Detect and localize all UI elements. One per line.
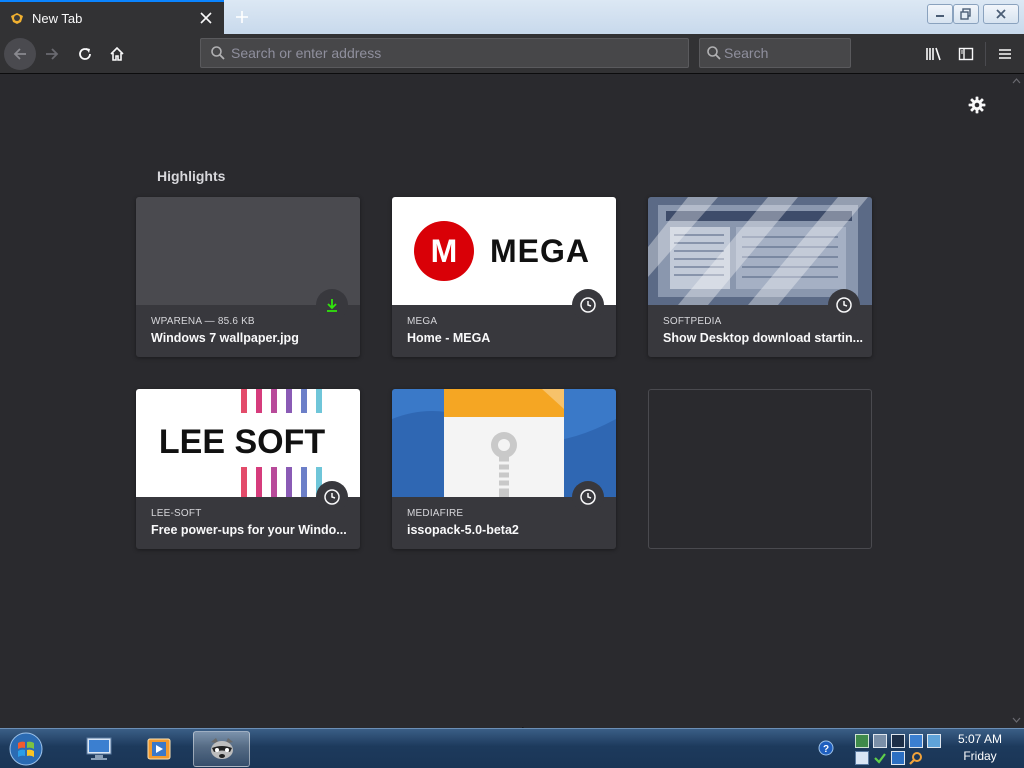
volume-icon[interactable] (891, 751, 905, 765)
raccoon-browser-icon (210, 738, 233, 759)
keyboard-icon[interactable] (855, 751, 869, 765)
taskbar-computer-button[interactable] (72, 731, 126, 767)
storage-icon[interactable] (909, 734, 923, 748)
sidebar-toggle-button[interactable] (950, 38, 982, 70)
card-title: issopack-5.0-beta2 (407, 523, 519, 537)
svg-text:M: M (431, 233, 458, 269)
minimize-button[interactable] (927, 4, 953, 24)
security-check-icon[interactable] (873, 751, 887, 765)
scrollbar[interactable] (1009, 75, 1024, 728)
highlight-card-mega[interactable]: M MEGA MEGA Home - MEGA (392, 197, 616, 357)
start-button[interactable] (6, 731, 46, 767)
highlight-card-mediafire[interactable]: MEDIAFIRE issopack-5.0-beta2 (392, 389, 616, 549)
new-tab-button[interactable] (230, 5, 254, 29)
restore-button[interactable] (953, 4, 979, 24)
card-title: Show Desktop download startin... (663, 331, 863, 345)
close-tab-icon[interactable] (194, 6, 218, 30)
action-center-icon[interactable] (927, 734, 941, 748)
menu-button[interactable] (989, 38, 1021, 70)
firefox-favicon-icon (8, 9, 26, 27)
clock-time: 5:07 AM (957, 732, 1003, 746)
reload-button[interactable] (69, 38, 101, 70)
address-input[interactable] (229, 45, 688, 61)
highlight-card-softpedia[interactable]: SOFTPEDIA Show Desktop download startin.… (648, 197, 872, 357)
card-source: WPARENA — 85.6 KB (151, 316, 255, 327)
home-button[interactable] (101, 38, 133, 70)
svg-text:LEE SOFT: LEE SOFT (159, 423, 325, 461)
search-bar[interactable] (699, 38, 905, 68)
tab-title: New Tab (32, 10, 83, 26)
address-bar[interactable] (200, 38, 689, 68)
empty-highlight-placeholder (648, 389, 872, 549)
search-icon[interactable] (909, 751, 923, 765)
taskbar-browser-button[interactable] (193, 731, 250, 767)
back-button[interactable] (4, 38, 36, 70)
help-icon[interactable]: ? (818, 740, 834, 756)
windows-taskbar: ? 5:07 AM Friday (0, 728, 1024, 768)
search-icon (207, 42, 229, 64)
media-player-icon (147, 738, 171, 760)
clock-day: Friday (963, 749, 997, 763)
svg-text:MEGA: MEGA (490, 233, 590, 269)
close-window-button[interactable] (983, 4, 1019, 24)
card-source: MEGA (407, 316, 438, 327)
network-icon[interactable] (855, 734, 869, 748)
highlight-card-lee-soft[interactable]: LEE SOFT LEE-SOFT Free power-ups for you… (136, 389, 360, 549)
card-source: SOFTPEDIA (663, 316, 722, 327)
tab-strip: New Tab (0, 0, 1024, 34)
highlight-card-wparena[interactable]: WPARENA — 85.6 KB Windows 7 wallpaper.jp… (136, 197, 360, 357)
tab-new-tab[interactable]: New Tab (0, 0, 224, 34)
search-icon (706, 42, 722, 64)
card-source: LEE-SOFT (151, 508, 202, 519)
gear-icon[interactable] (966, 94, 988, 116)
library-button[interactable] (918, 38, 950, 70)
card-source: MEDIAFIRE (407, 508, 464, 519)
search-input[interactable] (722, 45, 905, 61)
highlights-heading: Highlights (157, 168, 226, 184)
display-icon[interactable] (891, 734, 905, 748)
card-title: Home - MEGA (407, 331, 491, 345)
taskbar-media-player-button[interactable] (132, 731, 186, 767)
taskbar-clock[interactable]: 5:07 AM Friday (946, 731, 1014, 765)
card-title: Free power-ups for your Windo... (151, 523, 347, 537)
forward-button[interactable] (36, 38, 68, 70)
device-icon[interactable] (873, 734, 887, 748)
card-title: Windows 7 wallpaper.jpg (151, 331, 299, 345)
svg-text:?: ? (823, 744, 829, 755)
computer-icon (86, 737, 112, 760)
toolbar-divider (985, 42, 986, 66)
navigation-toolbar (0, 34, 1024, 74)
